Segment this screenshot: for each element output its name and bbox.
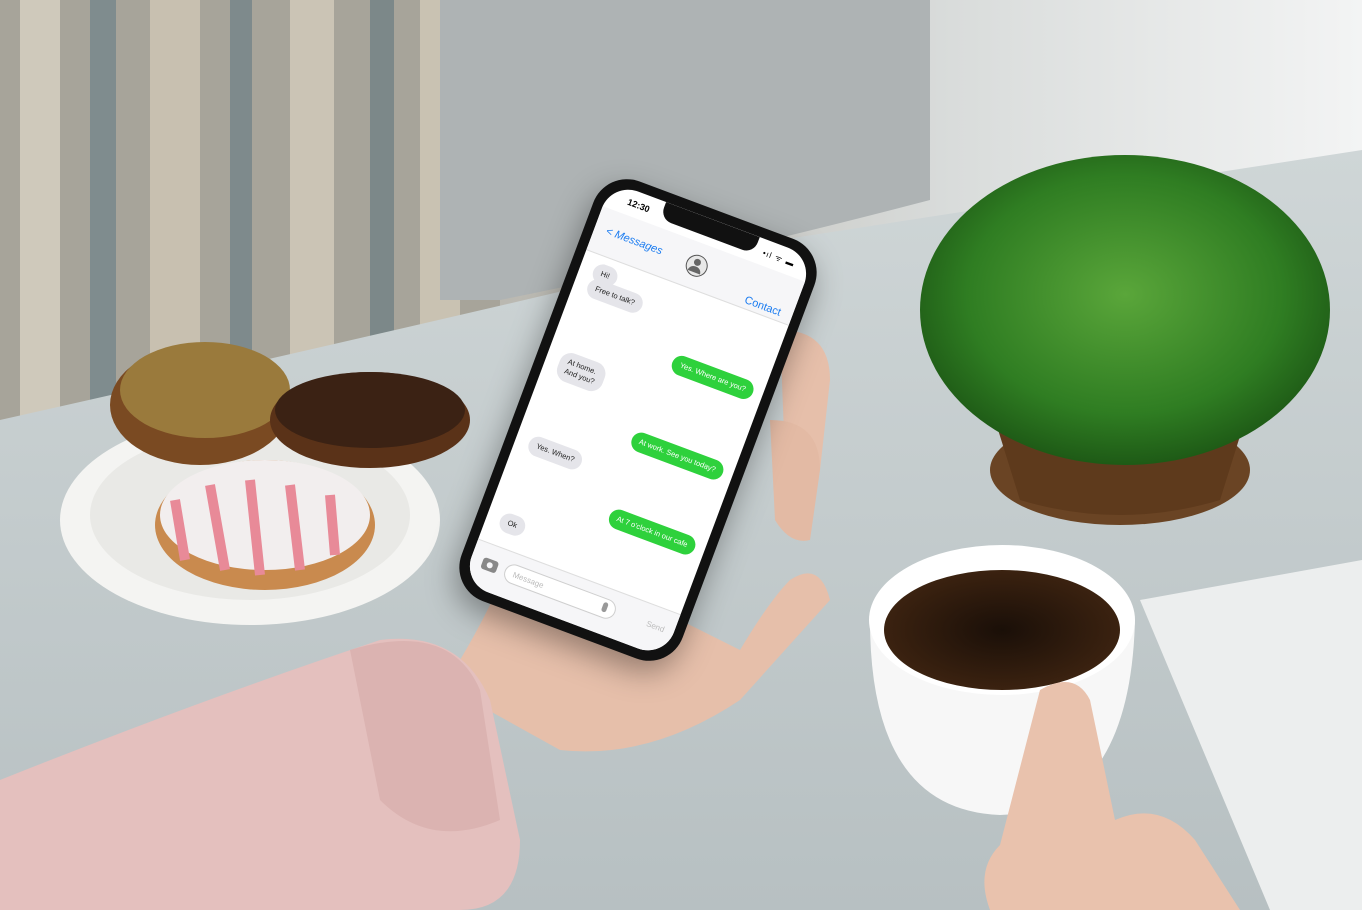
- status-time: 12:30: [626, 196, 652, 215]
- back-to-messages-button[interactable]: < Messages: [604, 225, 664, 257]
- contact-avatar-icon[interactable]: [682, 251, 711, 280]
- message-bubble-outgoing: At 7 o'clock in our cafe: [605, 506, 699, 558]
- message-bubble-incoming: Ok: [496, 510, 528, 539]
- photo-scene: 12:30 •ıl ᯤ ▬ < Messages Contact Hi! Fre…: [0, 0, 1362, 910]
- status-icons: •ıl ᯤ ▬: [761, 248, 796, 269]
- message-bubble-incoming: Yes. When?: [525, 433, 586, 473]
- camera-icon[interactable]: [480, 556, 500, 574]
- send-button[interactable]: Send: [645, 619, 666, 634]
- message-bubble-outgoing: Yes. Where are you?: [669, 353, 757, 402]
- message-bubble-incoming: At home. And you?: [553, 349, 609, 395]
- message-bubble-outgoing: At work. See you today?: [628, 429, 727, 483]
